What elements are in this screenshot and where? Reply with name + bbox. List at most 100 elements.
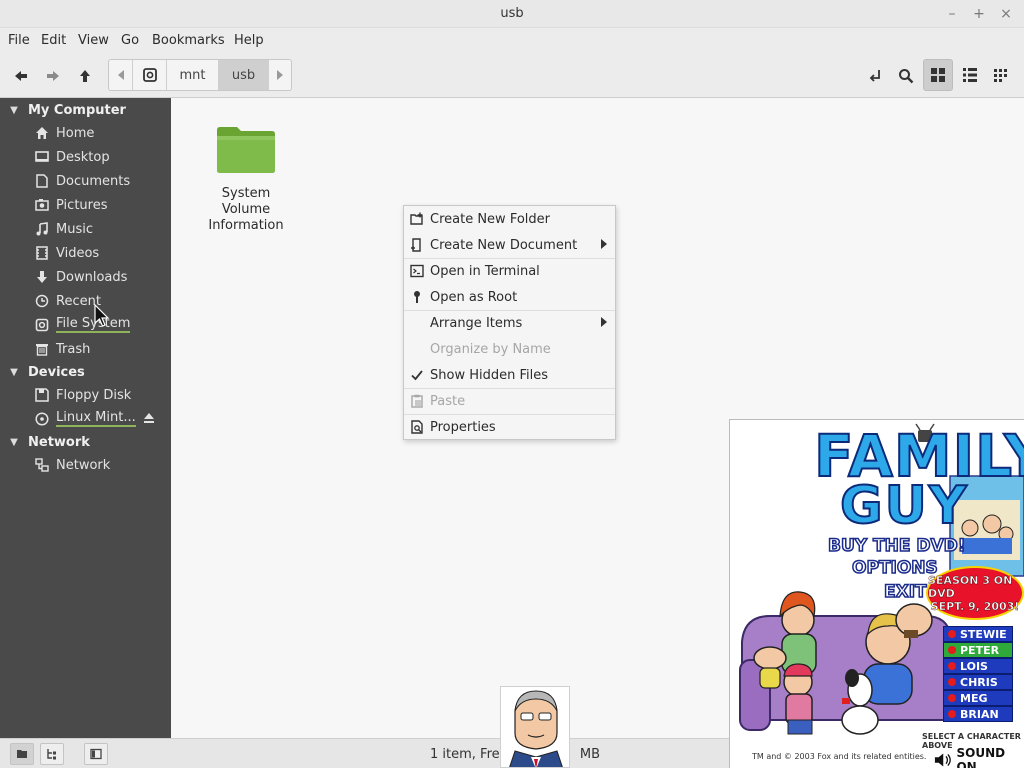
sidebar-item-pictures[interactable]: Pictures: [0, 193, 171, 217]
compact-icon: [994, 69, 1007, 82]
ad-buy-dvd-link[interactable]: BUY THE DVD!: [827, 535, 966, 557]
home-icon: [32, 126, 52, 140]
character-button-stewie[interactable]: STEWIE: [943, 626, 1013, 642]
close-button[interactable]: ×: [996, 4, 1016, 24]
character-button-brian[interactable]: BRIAN: [943, 706, 1013, 722]
compact-view-button[interactable]: [986, 59, 1016, 91]
menu-item-label: Show Hidden Files: [430, 367, 548, 383]
character-button-lois[interactable]: LOIS: [943, 658, 1013, 674]
desktop-icon: [32, 150, 52, 164]
sidebar-item-downloads[interactable]: Downloads: [0, 265, 171, 289]
sidebar-item-recent[interactable]: Recent: [0, 289, 171, 313]
toggle-location-button[interactable]: [862, 63, 888, 89]
breadcrumb-segment-mnt[interactable]: mnt: [167, 60, 219, 90]
menu-item-create-new-document[interactable]: Create New Document: [404, 232, 615, 258]
sidebar-item-label: Floppy Disk: [56, 387, 132, 403]
sound-label: SOUND ON: [956, 746, 1006, 768]
advertisement-popup[interactable]: FAMILY GUY BUY THE DVD! OPTIONS EXIT SEA…: [729, 419, 1024, 768]
sidebar-item-home[interactable]: Home: [0, 121, 171, 145]
bullet-icon: [948, 630, 956, 638]
show-places-button[interactable]: [10, 743, 34, 765]
character-button-peter[interactable]: PETER: [943, 642, 1013, 658]
badge-line2: SEPT. 9, 2003!: [930, 599, 1020, 613]
menu-item-open-as-root[interactable]: Open as Root: [404, 284, 615, 310]
character-label: PETER: [960, 643, 1000, 657]
new-folder-icon: [404, 212, 430, 226]
bullet-icon: [948, 694, 956, 702]
sidebar-item-desktop[interactable]: Desktop: [0, 145, 171, 169]
eject-icon[interactable]: [143, 412, 155, 428]
folder-item[interactable]: System Volume Information: [197, 124, 295, 234]
network-icon: [32, 458, 52, 472]
forward-button[interactable]: [40, 63, 66, 89]
icon-view-button[interactable]: [923, 59, 953, 91]
menu-file[interactable]: File: [8, 33, 30, 48]
back-button[interactable]: [8, 63, 34, 89]
breadcrumb-prev-button[interactable]: [109, 60, 133, 90]
ad-sound-toggle[interactable]: SOUND ON: [934, 746, 1024, 768]
sidebar-item-label: Linux Mint...: [56, 410, 136, 427]
folder-label: System Volume Information: [197, 186, 295, 234]
section-label: My Computer: [28, 102, 126, 118]
tree-icon: [47, 749, 56, 760]
sidebar-item-file-system[interactable]: File System: [0, 313, 171, 337]
sidebar-item-documents[interactable]: Documents: [0, 169, 171, 193]
sidebar-item-floppy-disk[interactable]: Floppy Disk: [0, 383, 171, 407]
new-document-icon: [404, 238, 430, 252]
search-button[interactable]: [893, 63, 919, 89]
location-toggle-icon: [869, 70, 880, 82]
list-view-button[interactable]: [955, 59, 985, 91]
sidebar-item-videos[interactable]: Videos: [0, 241, 171, 265]
expander-down-icon: ▼: [10, 366, 18, 378]
trash-icon: [32, 342, 52, 356]
ad-exit-link[interactable]: EXIT: [883, 581, 927, 603]
hide-sidebar-button[interactable]: [84, 743, 108, 765]
check-icon: [404, 368, 430, 382]
ad-season-badge: SEASON 3 ON DVD SEPT. 9, 2003!: [926, 566, 1024, 620]
menu-item-label: Arrange Items: [430, 315, 523, 331]
maximize-button[interactable]: +: [969, 4, 989, 24]
badge-line1: SEASON 3 ON DVD: [928, 573, 1013, 600]
character-button-chris[interactable]: CHRIS: [943, 674, 1013, 690]
up-button[interactable]: [72, 63, 98, 89]
ad-options-link[interactable]: OPTIONS: [851, 557, 938, 579]
menu-item-organize-by-name: Organize by Name: [404, 336, 615, 362]
menu-edit[interactable]: Edit: [41, 33, 66, 48]
menu-item-open-in-terminal[interactable]: Open in Terminal: [404, 258, 615, 284]
expander-down-icon: ▼: [10, 436, 18, 448]
drive-icon: [142, 68, 157, 82]
window-title: usb: [500, 6, 524, 21]
breadcrumb-root-button[interactable]: [133, 60, 167, 90]
menu-item-properties[interactable]: Properties: [404, 414, 615, 440]
show-treeview-button[interactable]: [40, 743, 64, 765]
menu-go[interactable]: Go: [121, 33, 139, 48]
menu-view[interactable]: View: [78, 33, 109, 48]
minimize-button[interactable]: –: [942, 4, 962, 24]
sidebar-item-label: Home: [56, 125, 95, 141]
menu-item-label: Paste: [430, 393, 466, 409]
status-text-start: 1 item, Free: [430, 747, 508, 762]
sidebar-section-network[interactable]: ▼ Network: [0, 431, 90, 453]
menu-item-paste: Paste: [404, 388, 615, 414]
sidebar-item-label: Network: [56, 457, 111, 473]
character-portrait-popup[interactable]: [500, 686, 570, 768]
chevron-right-icon: [277, 70, 283, 80]
chevron-left-icon: [117, 70, 124, 80]
sidebar-item-trash[interactable]: Trash: [0, 337, 171, 361]
sidebar-item-network[interactable]: Network: [0, 453, 171, 477]
sidebar-section-devices[interactable]: ▼ Devices: [0, 361, 85, 383]
menu-bookmarks[interactable]: Bookmarks: [152, 33, 225, 48]
breadcrumb-segment-usb[interactable]: usb: [219, 60, 269, 90]
menu-help[interactable]: Help: [234, 33, 264, 48]
music-icon: [32, 222, 52, 236]
breadcrumb-next-button[interactable]: [269, 60, 291, 90]
toolbar: mnt usb: [0, 54, 1024, 98]
menu-item-arrange-items[interactable]: Arrange Items: [404, 310, 615, 336]
sidebar-item-music[interactable]: Music: [0, 217, 171, 241]
menu-item-label: Properties: [430, 419, 496, 435]
sidebar-item-linux-mint[interactable]: Linux Mint...: [0, 407, 171, 431]
sidebar-section-my-computer[interactable]: ▼ My Computer: [0, 99, 126, 121]
character-button-meg[interactable]: MEG: [943, 690, 1013, 706]
menu-item-create-new-folder[interactable]: Create New Folder: [404, 206, 615, 232]
menu-item-show-hidden-files[interactable]: Show Hidden Files: [404, 362, 615, 388]
